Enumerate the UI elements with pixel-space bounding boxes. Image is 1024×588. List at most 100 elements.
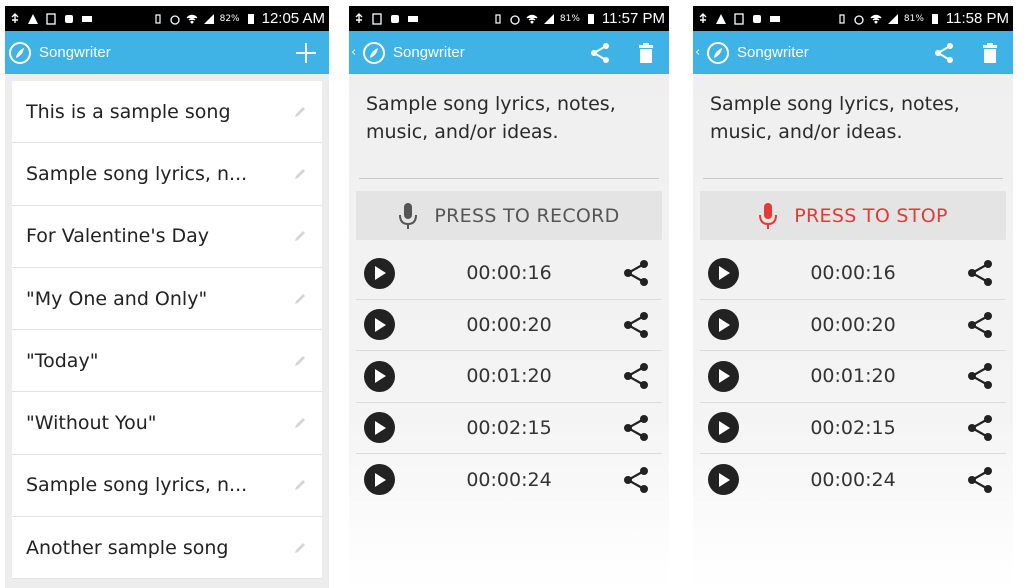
song-title: This is a sample song	[26, 100, 231, 123]
usb-icon	[353, 12, 365, 25]
status-bar: 82% 12:05 AM	[5, 6, 329, 31]
share-icon[interactable]	[622, 466, 650, 494]
battery-icon	[929, 13, 941, 25]
recordings-list: 00:00:16 00:00:20 00:01:20 00:02:15 00:0…	[700, 248, 1006, 506]
battery-icon	[585, 13, 597, 25]
song-lyrics-text[interactable]: Sample song lyrics, notes, music, and/or…	[366, 90, 652, 146]
pencil-icon[interactable]	[292, 166, 308, 182]
pencil-icon[interactable]	[292, 228, 308, 244]
pencil-icon[interactable]	[292, 104, 308, 120]
vibrate-icon	[492, 13, 504, 25]
recording-duration: 00:01:20	[810, 365, 896, 388]
song-list-item[interactable]: "Today"	[12, 330, 322, 393]
pencil-icon[interactable]	[292, 415, 308, 431]
song-title: "My One and Only"	[26, 287, 208, 310]
recording-row: 00:01:20	[700, 351, 1006, 403]
recording-row: 00:00:16	[700, 248, 1006, 300]
trash-icon	[637, 42, 655, 64]
song-list-item[interactable]: "My One and Only"	[12, 268, 322, 331]
song-title: "Today"	[26, 349, 99, 372]
pencil-icon[interactable]	[292, 291, 308, 307]
share-icon[interactable]	[966, 466, 994, 494]
recording-row: 00:02:15	[356, 403, 662, 454]
pencil-icon[interactable]	[292, 477, 308, 493]
plus-icon	[295, 42, 317, 64]
signal-icon	[203, 13, 215, 25]
app-notification-icon	[389, 13, 401, 25]
song-list-item[interactable]: "Without You"	[12, 392, 322, 455]
song-title: For Valentine's Day	[26, 225, 210, 248]
vibrate-icon	[836, 13, 848, 25]
usb-icon	[9, 12, 21, 25]
share-icon[interactable]	[966, 362, 994, 390]
status-time: 12:05 AM	[261, 10, 325, 27]
stop-recording-button[interactable]: PRESS TO STOP	[700, 191, 1006, 240]
app-title: Songwriter	[393, 44, 465, 61]
share-icon	[589, 42, 611, 64]
share-song-button[interactable]	[921, 31, 967, 74]
back-chevron-icon[interactable]: ‹	[351, 45, 359, 60]
song-list-item[interactable]: For Valentine's Day	[12, 206, 322, 268]
recording-row: 00:00:24	[700, 454, 1006, 506]
status-time: 11:57 PM	[601, 10, 665, 27]
delete-song-button[interactable]	[623, 31, 669, 74]
recording-duration: 00:00:20	[466, 313, 552, 336]
record-button-label: PRESS TO RECORD	[434, 204, 620, 227]
song-lyrics-text[interactable]: Sample song lyrics, notes, music, and/or…	[710, 90, 996, 146]
pencil-icon[interactable]	[292, 353, 308, 369]
delete-song-button[interactable]	[967, 31, 1013, 74]
feather-logo-icon[interactable]	[363, 41, 385, 64]
recording-row: 00:00:24	[356, 454, 662, 506]
keyboard-icon	[81, 13, 93, 25]
song-list-item[interactable]: Sample song lyrics, n...	[12, 143, 322, 206]
recording-duration: 00:02:15	[466, 416, 552, 439]
song-detail-recording-screen: 81% 11:58 PM ‹ Songwriter Sample song ly…	[693, 6, 1013, 588]
battery-percent: 81%	[903, 13, 924, 24]
divider	[703, 178, 1003, 179]
feather-logo-icon[interactable]	[9, 41, 31, 64]
microphone-icon	[758, 202, 778, 230]
song-list-item[interactable]: Another sample song	[12, 517, 322, 580]
recording-duration: 00:00:24	[466, 468, 552, 491]
song-list-screen: 82% 12:05 AM Songwriter This is a sample…	[5, 6, 329, 588]
share-icon[interactable]	[966, 311, 994, 339]
share-song-button[interactable]	[577, 31, 623, 74]
warning-icon	[715, 13, 727, 25]
share-icon[interactable]	[622, 414, 650, 442]
record-button[interactable]: PRESS TO RECORD	[356, 191, 662, 240]
divider	[359, 178, 659, 179]
recording-duration: 00:02:15	[810, 416, 896, 439]
status-bar: 81% 11:58 PM	[693, 6, 1013, 31]
vibrate-icon	[152, 13, 164, 25]
status-time: 11:58 PM	[945, 10, 1009, 27]
trash-icon	[981, 42, 999, 64]
share-icon[interactable]	[966, 414, 994, 442]
app-bar: Songwriter	[5, 31, 329, 74]
share-icon[interactable]	[966, 259, 994, 287]
pencil-icon[interactable]	[292, 540, 308, 556]
alarm-icon	[169, 13, 181, 25]
song-list-item[interactable]: This is a sample song	[12, 81, 322, 144]
song-list: This is a sample song Sample song lyrics…	[12, 81, 322, 580]
song-title: Another sample song	[26, 536, 229, 559]
share-icon[interactable]	[622, 259, 650, 287]
song-title: Sample song lyrics, n...	[26, 474, 248, 497]
share-icon[interactable]	[622, 362, 650, 390]
app-title: Songwriter	[737, 44, 809, 61]
signal-icon	[543, 13, 555, 25]
recording-duration: 00:00:24	[810, 468, 896, 491]
recording-row: 00:00:20	[700, 300, 1006, 351]
wifi-icon	[186, 13, 198, 25]
wifi-icon	[526, 13, 538, 25]
back-chevron-icon[interactable]: ‹	[695, 45, 703, 60]
status-bar: 81% 11:57 PM	[349, 6, 669, 31]
share-icon[interactable]	[622, 311, 650, 339]
feather-logo-icon[interactable]	[707, 41, 729, 64]
recording-row: 00:02:15	[700, 403, 1006, 454]
warning-icon	[27, 13, 39, 25]
song-list-item[interactable]: Sample song lyrics, n...	[12, 455, 322, 518]
keyboard-icon	[769, 13, 781, 25]
add-song-button[interactable]	[283, 31, 329, 74]
sd-card-icon	[371, 12, 383, 25]
sd-card-icon	[733, 12, 745, 25]
